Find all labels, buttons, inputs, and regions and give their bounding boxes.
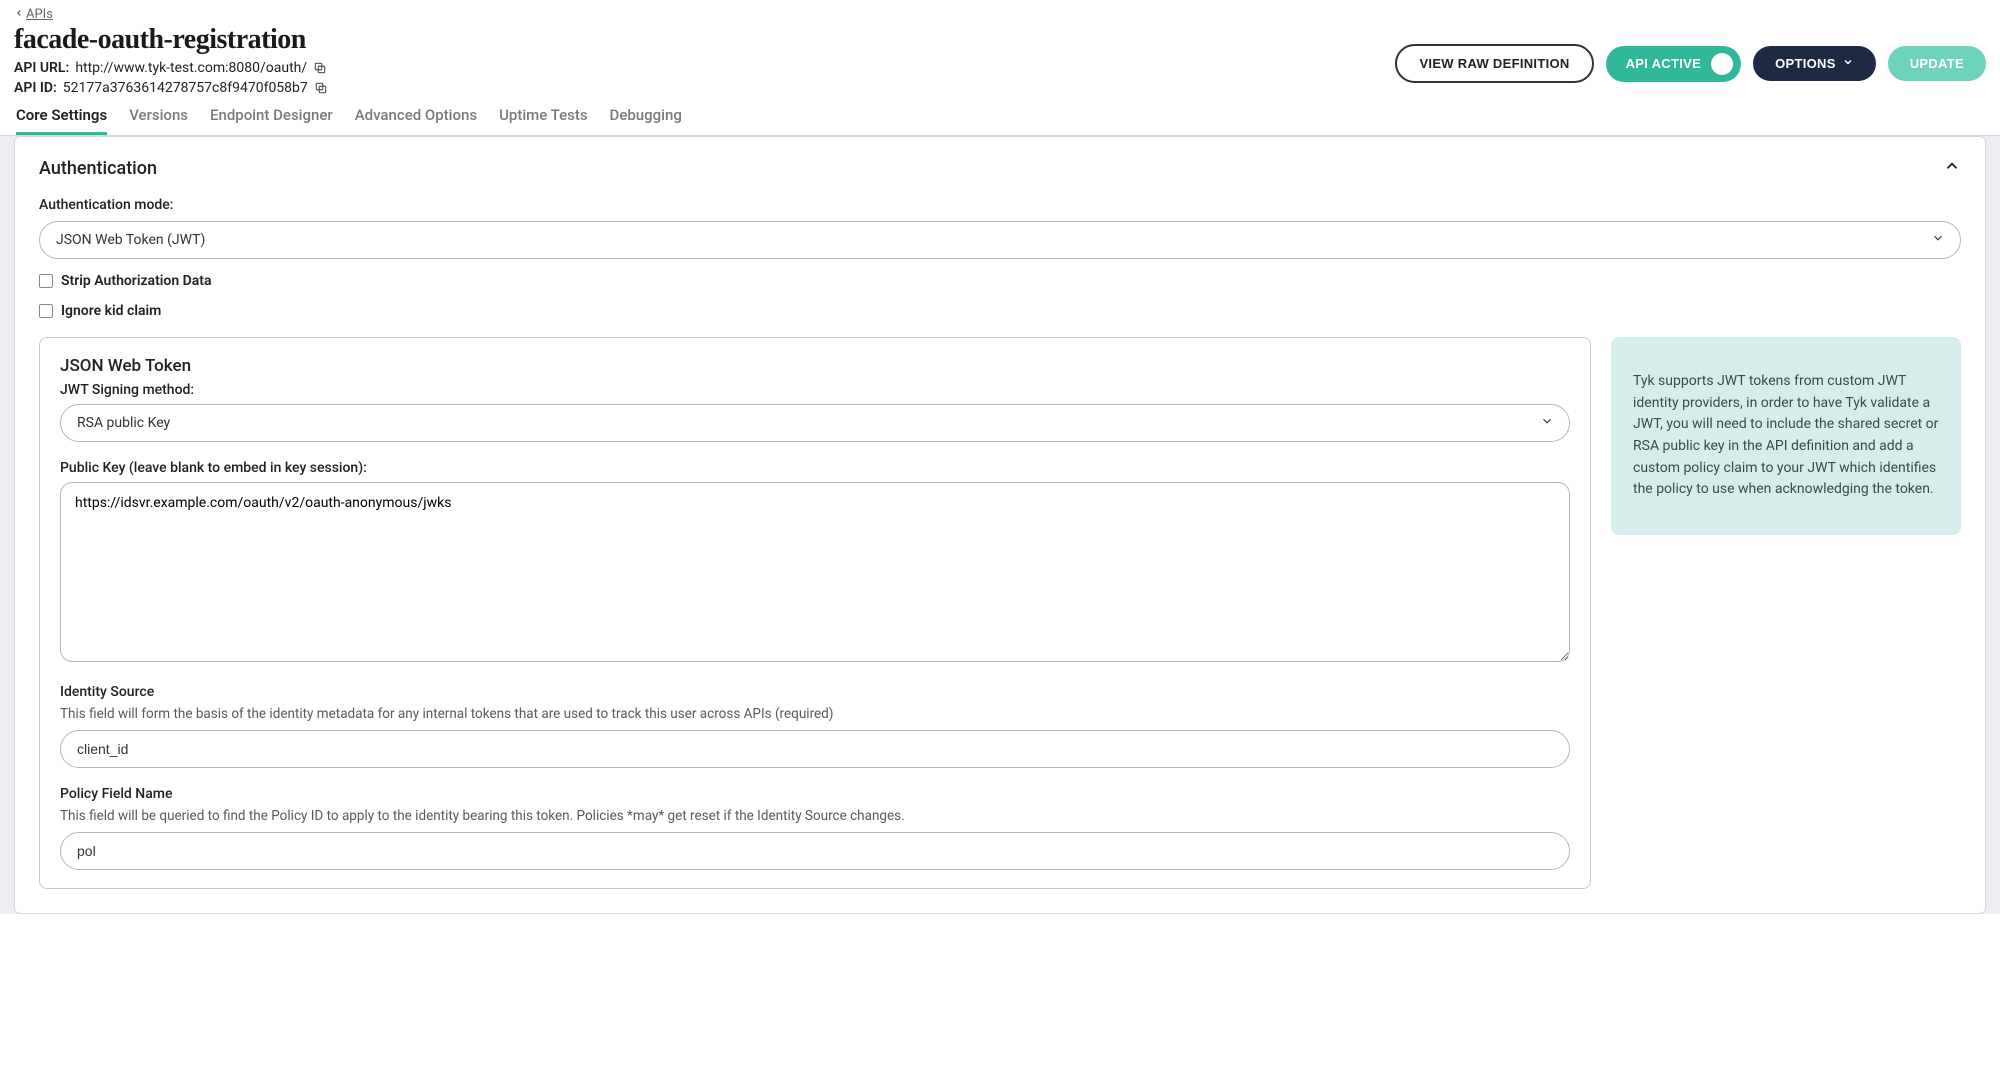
chevron-left-icon bbox=[14, 7, 24, 22]
api-id-value: 52177a3763614278757c8f9470f058b7 bbox=[63, 80, 308, 96]
public-key-textarea[interactable] bbox=[60, 482, 1570, 662]
policy-field-input[interactable] bbox=[60, 832, 1570, 870]
api-url-label: API URL: bbox=[14, 60, 69, 76]
tab-endpoint-designer[interactable]: Endpoint Designer bbox=[210, 106, 333, 135]
tab-core-settings[interactable]: Core Settings bbox=[16, 106, 107, 135]
tab-advanced-options[interactable]: Advanced Options bbox=[355, 106, 477, 135]
jwt-title: JSON Web Token bbox=[60, 356, 1570, 376]
ignore-kid-checkbox[interactable] bbox=[39, 304, 53, 318]
tab-versions[interactable]: Versions bbox=[129, 106, 188, 135]
copy-icon[interactable] bbox=[314, 81, 328, 95]
tab-debugging[interactable]: Debugging bbox=[610, 106, 682, 135]
jwt-signing-select[interactable]: RSA public Key bbox=[60, 404, 1570, 442]
page-title: facade-oauth-registration bbox=[14, 24, 328, 56]
tabs: Core Settings Versions Endpoint Designer… bbox=[0, 96, 2000, 136]
collapse-icon[interactable] bbox=[1943, 157, 1961, 179]
copy-icon[interactable] bbox=[313, 61, 327, 75]
section-title-authentication: Authentication bbox=[39, 158, 157, 179]
chevron-down-icon bbox=[1842, 56, 1854, 71]
ignore-kid-label: Ignore kid claim bbox=[61, 303, 161, 319]
api-url-row: API URL: http://www.tyk-test.com:8080/oa… bbox=[14, 60, 328, 76]
toggle-knob bbox=[1711, 53, 1733, 75]
strip-auth-checkbox[interactable] bbox=[39, 274, 53, 288]
tab-uptime-tests[interactable]: Uptime Tests bbox=[499, 106, 587, 135]
identity-source-hint: This field will form the basis of the id… bbox=[60, 706, 1570, 722]
api-active-toggle[interactable]: API ACTIVE bbox=[1606, 46, 1741, 82]
identity-source-label: Identity Source bbox=[60, 684, 1570, 700]
identity-source-input[interactable] bbox=[60, 730, 1570, 768]
update-button[interactable]: UPDATE bbox=[1888, 46, 1986, 81]
public-key-label: Public Key (leave blank to embed in key … bbox=[60, 460, 1570, 476]
options-button[interactable]: OPTIONS bbox=[1753, 46, 1876, 81]
breadcrumb-label: APIs bbox=[26, 7, 53, 22]
jwt-info-box: Tyk supports JWT tokens from custom JWT … bbox=[1611, 337, 1961, 535]
api-id-row: API ID: 52177a3763614278757c8f9470f058b7 bbox=[14, 80, 328, 96]
view-raw-button[interactable]: VIEW RAW DEFINITION bbox=[1395, 44, 1593, 83]
auth-mode-label: Authentication mode: bbox=[39, 197, 1961, 213]
policy-field-hint: This field will be queried to find the P… bbox=[60, 808, 1570, 824]
api-url-value: http://www.tyk-test.com:8080/oauth/ bbox=[75, 60, 307, 76]
jwt-signing-label: JWT Signing method: bbox=[60, 382, 1570, 398]
options-label: OPTIONS bbox=[1775, 56, 1836, 71]
jwt-panel: JSON Web Token JWT Signing method: RSA p… bbox=[39, 337, 1591, 889]
strip-auth-label: Strip Authorization Data bbox=[61, 273, 212, 289]
policy-field-label: Policy Field Name bbox=[60, 786, 1570, 802]
api-active-label: API ACTIVE bbox=[1626, 56, 1701, 71]
auth-mode-select[interactable]: JSON Web Token (JWT) bbox=[39, 221, 1961, 259]
api-id-label: API ID: bbox=[14, 80, 57, 96]
breadcrumb-apis[interactable]: APIs bbox=[14, 7, 53, 22]
